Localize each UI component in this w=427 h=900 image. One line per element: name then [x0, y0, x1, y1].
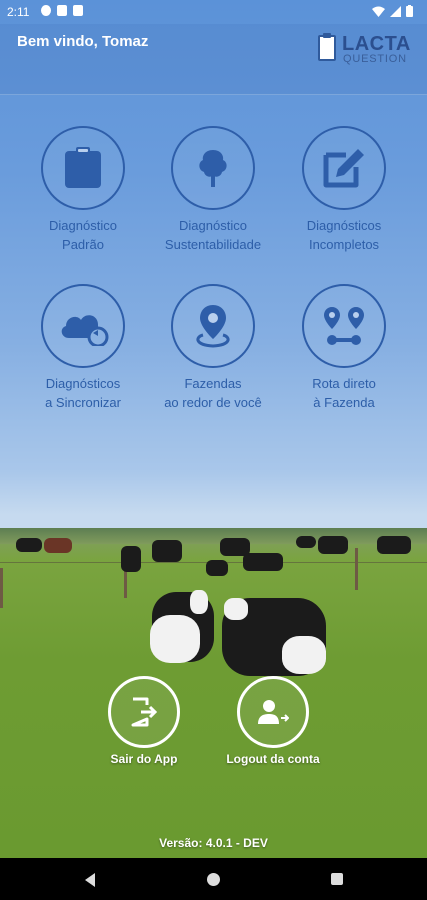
cow: [206, 560, 228, 576]
tile-label-line1: Fazendas: [184, 376, 242, 391]
fence-post: [0, 568, 3, 608]
notification-icon: [41, 5, 51, 16]
tile-diagnosticos-incompletos[interactable]: Diagnósticos Incompletos: [279, 126, 409, 254]
tile-circle[interactable]: [171, 126, 255, 210]
tile-label-line1: Diagnóstico: [179, 218, 247, 233]
cow: [152, 540, 182, 562]
cow: [377, 536, 411, 554]
tile-label-line2: Sustentabilidade: [164, 237, 262, 252]
welcome-text: Bem vindo, Tomaz: [17, 33, 149, 50]
foreground-cow-patch: [282, 636, 326, 674]
signal-icon: [390, 5, 401, 17]
route-icon: [324, 307, 364, 345]
tile-label-line2: ao redor de você: [164, 395, 262, 410]
cloud-sync-icon: [61, 315, 109, 346]
app-screen: 2:11 Bem vindo, Tomaz LACTA QUESTION Dia…: [0, 0, 427, 858]
foreground-cow-patch: [190, 590, 208, 614]
tile-label: Diagnósticos a Sincronizar: [18, 374, 148, 412]
tile-circle[interactable]: [41, 284, 125, 368]
cow: [44, 538, 72, 553]
storage-icon: [73, 5, 83, 16]
recent-apps-icon[interactable]: [331, 873, 343, 885]
tile-label-line1: Diagnóstico: [49, 218, 117, 233]
tree-icon: [199, 150, 227, 187]
back-icon[interactable]: [85, 873, 95, 887]
clipboard-icon: [65, 147, 101, 188]
fence-post: [355, 548, 358, 590]
tile-diagnosticos-sincronizar[interactable]: Diagnósticos a Sincronizar: [18, 284, 148, 412]
cow: [296, 536, 316, 548]
tile-label: Diagnóstico Padrão: [18, 216, 148, 254]
tile-circle[interactable]: [171, 284, 255, 368]
tile-label: Rota direto à Fazenda: [279, 374, 409, 412]
tile-circle[interactable]: [302, 284, 386, 368]
tile-label-line1: Diagnósticos: [306, 218, 382, 233]
exit-circle[interactable]: [108, 676, 180, 748]
tile-label: Diagnósticos Incompletos: [279, 216, 409, 254]
tile-label: Diagnóstico Sustentabilidade: [148, 216, 278, 254]
version-text: Versão: 4.0.1 - DEV: [159, 836, 268, 850]
tile-label: Fazendas ao redor de você: [148, 374, 278, 412]
wifi-icon: [372, 6, 385, 17]
battery-icon: [406, 5, 413, 17]
cow: [243, 553, 283, 571]
tile-diagnostico-padrao[interactable]: Diagnóstico Padrão: [18, 126, 148, 254]
exit-app-button[interactable]: Sair do App: [84, 676, 204, 766]
exit-icon: [131, 697, 158, 727]
clipboard-logo-icon: [318, 33, 336, 61]
home-icon[interactable]: [207, 873, 220, 886]
lacta-logo: LACTA QUESTION: [318, 33, 410, 69]
tile-label-line2: Incompletos: [308, 237, 380, 252]
sim-icon: [57, 5, 67, 16]
cow: [318, 536, 348, 554]
tile-rota-fazenda[interactable]: Rota direto à Fazenda: [279, 284, 409, 412]
android-nav-bar: [0, 858, 427, 900]
tile-label-line1: Diagnósticos: [45, 376, 121, 391]
tile-label-line2: à Fazenda: [313, 395, 375, 410]
logo-subtitle: QUESTION: [343, 53, 407, 65]
tile-circle[interactable]: [302, 126, 386, 210]
foreground-cow-patch: [150, 615, 200, 663]
logout-circle[interactable]: [237, 676, 309, 748]
tile-fazendas-ao-redor[interactable]: Fazendas ao redor de você: [148, 284, 278, 412]
logout-button[interactable]: Logout da conta: [213, 676, 333, 766]
tile-label-line2: Padrão: [62, 237, 104, 252]
logout-label: Logout da conta: [226, 752, 320, 766]
status-time: 2:11: [7, 5, 30, 19]
tile-diagnostico-sustentabilidade[interactable]: Diagnóstico Sustentabilidade: [148, 126, 278, 254]
tile-circle[interactable]: [41, 126, 125, 210]
user-logout-icon: [258, 700, 289, 724]
exit-app-label: Sair do App: [110, 752, 178, 766]
foreground-cow-patch: [224, 598, 248, 620]
cow: [16, 538, 42, 552]
edit-icon: [323, 149, 364, 188]
status-bar: 2:11: [0, 0, 427, 24]
location-pin-icon: [196, 305, 230, 348]
tile-label-line1: Rota direto: [312, 376, 376, 391]
tile-label-line2: a Sincronizar: [45, 395, 121, 410]
status-right-icons: [372, 5, 413, 17]
cow: [121, 546, 141, 572]
notification-icons: [41, 5, 83, 16]
